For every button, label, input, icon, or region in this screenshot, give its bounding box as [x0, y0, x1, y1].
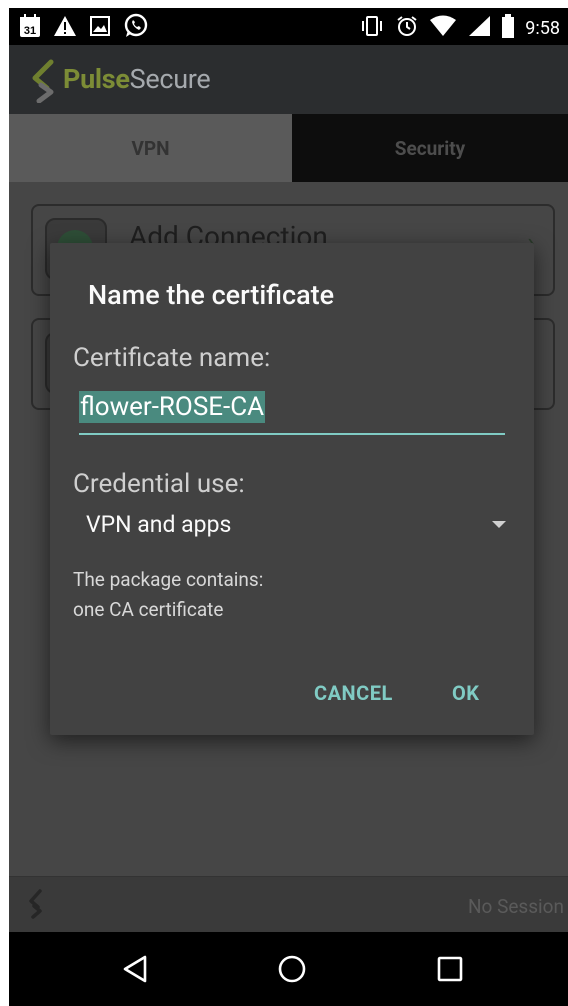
cancel-button[interactable]: CANCEL	[314, 681, 393, 705]
status-bar: 31 9:58	[9, 8, 568, 45]
tab-bar: VPN Security	[9, 114, 568, 182]
credential-use-dropdown[interactable]: VPN and apps	[86, 509, 506, 549]
certificate-name-label: Certificate name:	[73, 343, 271, 373]
status-right-icons: 9:58	[359, 14, 560, 42]
pulse-secure-logo-icon	[29, 59, 59, 107]
calendar-day-text: 31	[24, 25, 36, 37]
wifi-icon	[429, 15, 457, 41]
dropdown-arrow-icon[interactable]	[492, 521, 506, 528]
tab-security[interactable]: Security	[292, 114, 568, 182]
home-icon[interactable]	[277, 954, 307, 988]
brand-name: PulseSecure	[63, 63, 211, 95]
brand-part-secure: Secure	[129, 63, 211, 95]
image-icon	[89, 15, 111, 41]
session-status-bar: No Session	[9, 876, 568, 933]
whatsapp-icon	[123, 13, 149, 43]
name-certificate-dialog: Name the certificate Certificate name: f…	[50, 243, 534, 735]
credential-use-value[interactable]: VPN and apps	[86, 511, 231, 538]
credential-use-label: Credential use:	[73, 469, 245, 499]
back-icon[interactable]	[121, 954, 151, 988]
clock-time: 9:58	[525, 17, 560, 39]
package-info: The package contains: one CA certificate	[73, 565, 263, 625]
dialog-title: Name the certificate	[88, 279, 335, 311]
certificate-name-input[interactable]: flower-ROSE-CA	[79, 385, 505, 435]
phone-screen: 31 9:58 PulseSecure VPN Security Add Con…	[9, 8, 568, 1006]
ok-button[interactable]: OK	[452, 681, 480, 705]
alarm-icon	[395, 14, 419, 42]
app-bar: PulseSecure	[9, 45, 568, 114]
signal-icon	[467, 15, 491, 41]
recents-icon[interactable]	[435, 954, 465, 988]
package-info-line-2: one CA certificate	[73, 598, 224, 621]
warning-icon	[53, 15, 77, 41]
package-info-line-1: The package contains:	[73, 568, 264, 591]
status-left-icons: 31	[19, 13, 149, 43]
brand-part-pulse: Pulse	[63, 63, 130, 95]
session-status-text: No Session	[467, 895, 564, 918]
calendar-icon: 31	[19, 14, 41, 42]
system-navigation-bar	[9, 932, 568, 1006]
pulse-logo-icon	[27, 889, 45, 923]
vibrate-icon	[359, 15, 385, 41]
battery-icon	[501, 14, 515, 42]
tab-vpn[interactable]: VPN	[9, 114, 292, 182]
certificate-name-value[interactable]: flower-ROSE-CA	[79, 391, 266, 423]
